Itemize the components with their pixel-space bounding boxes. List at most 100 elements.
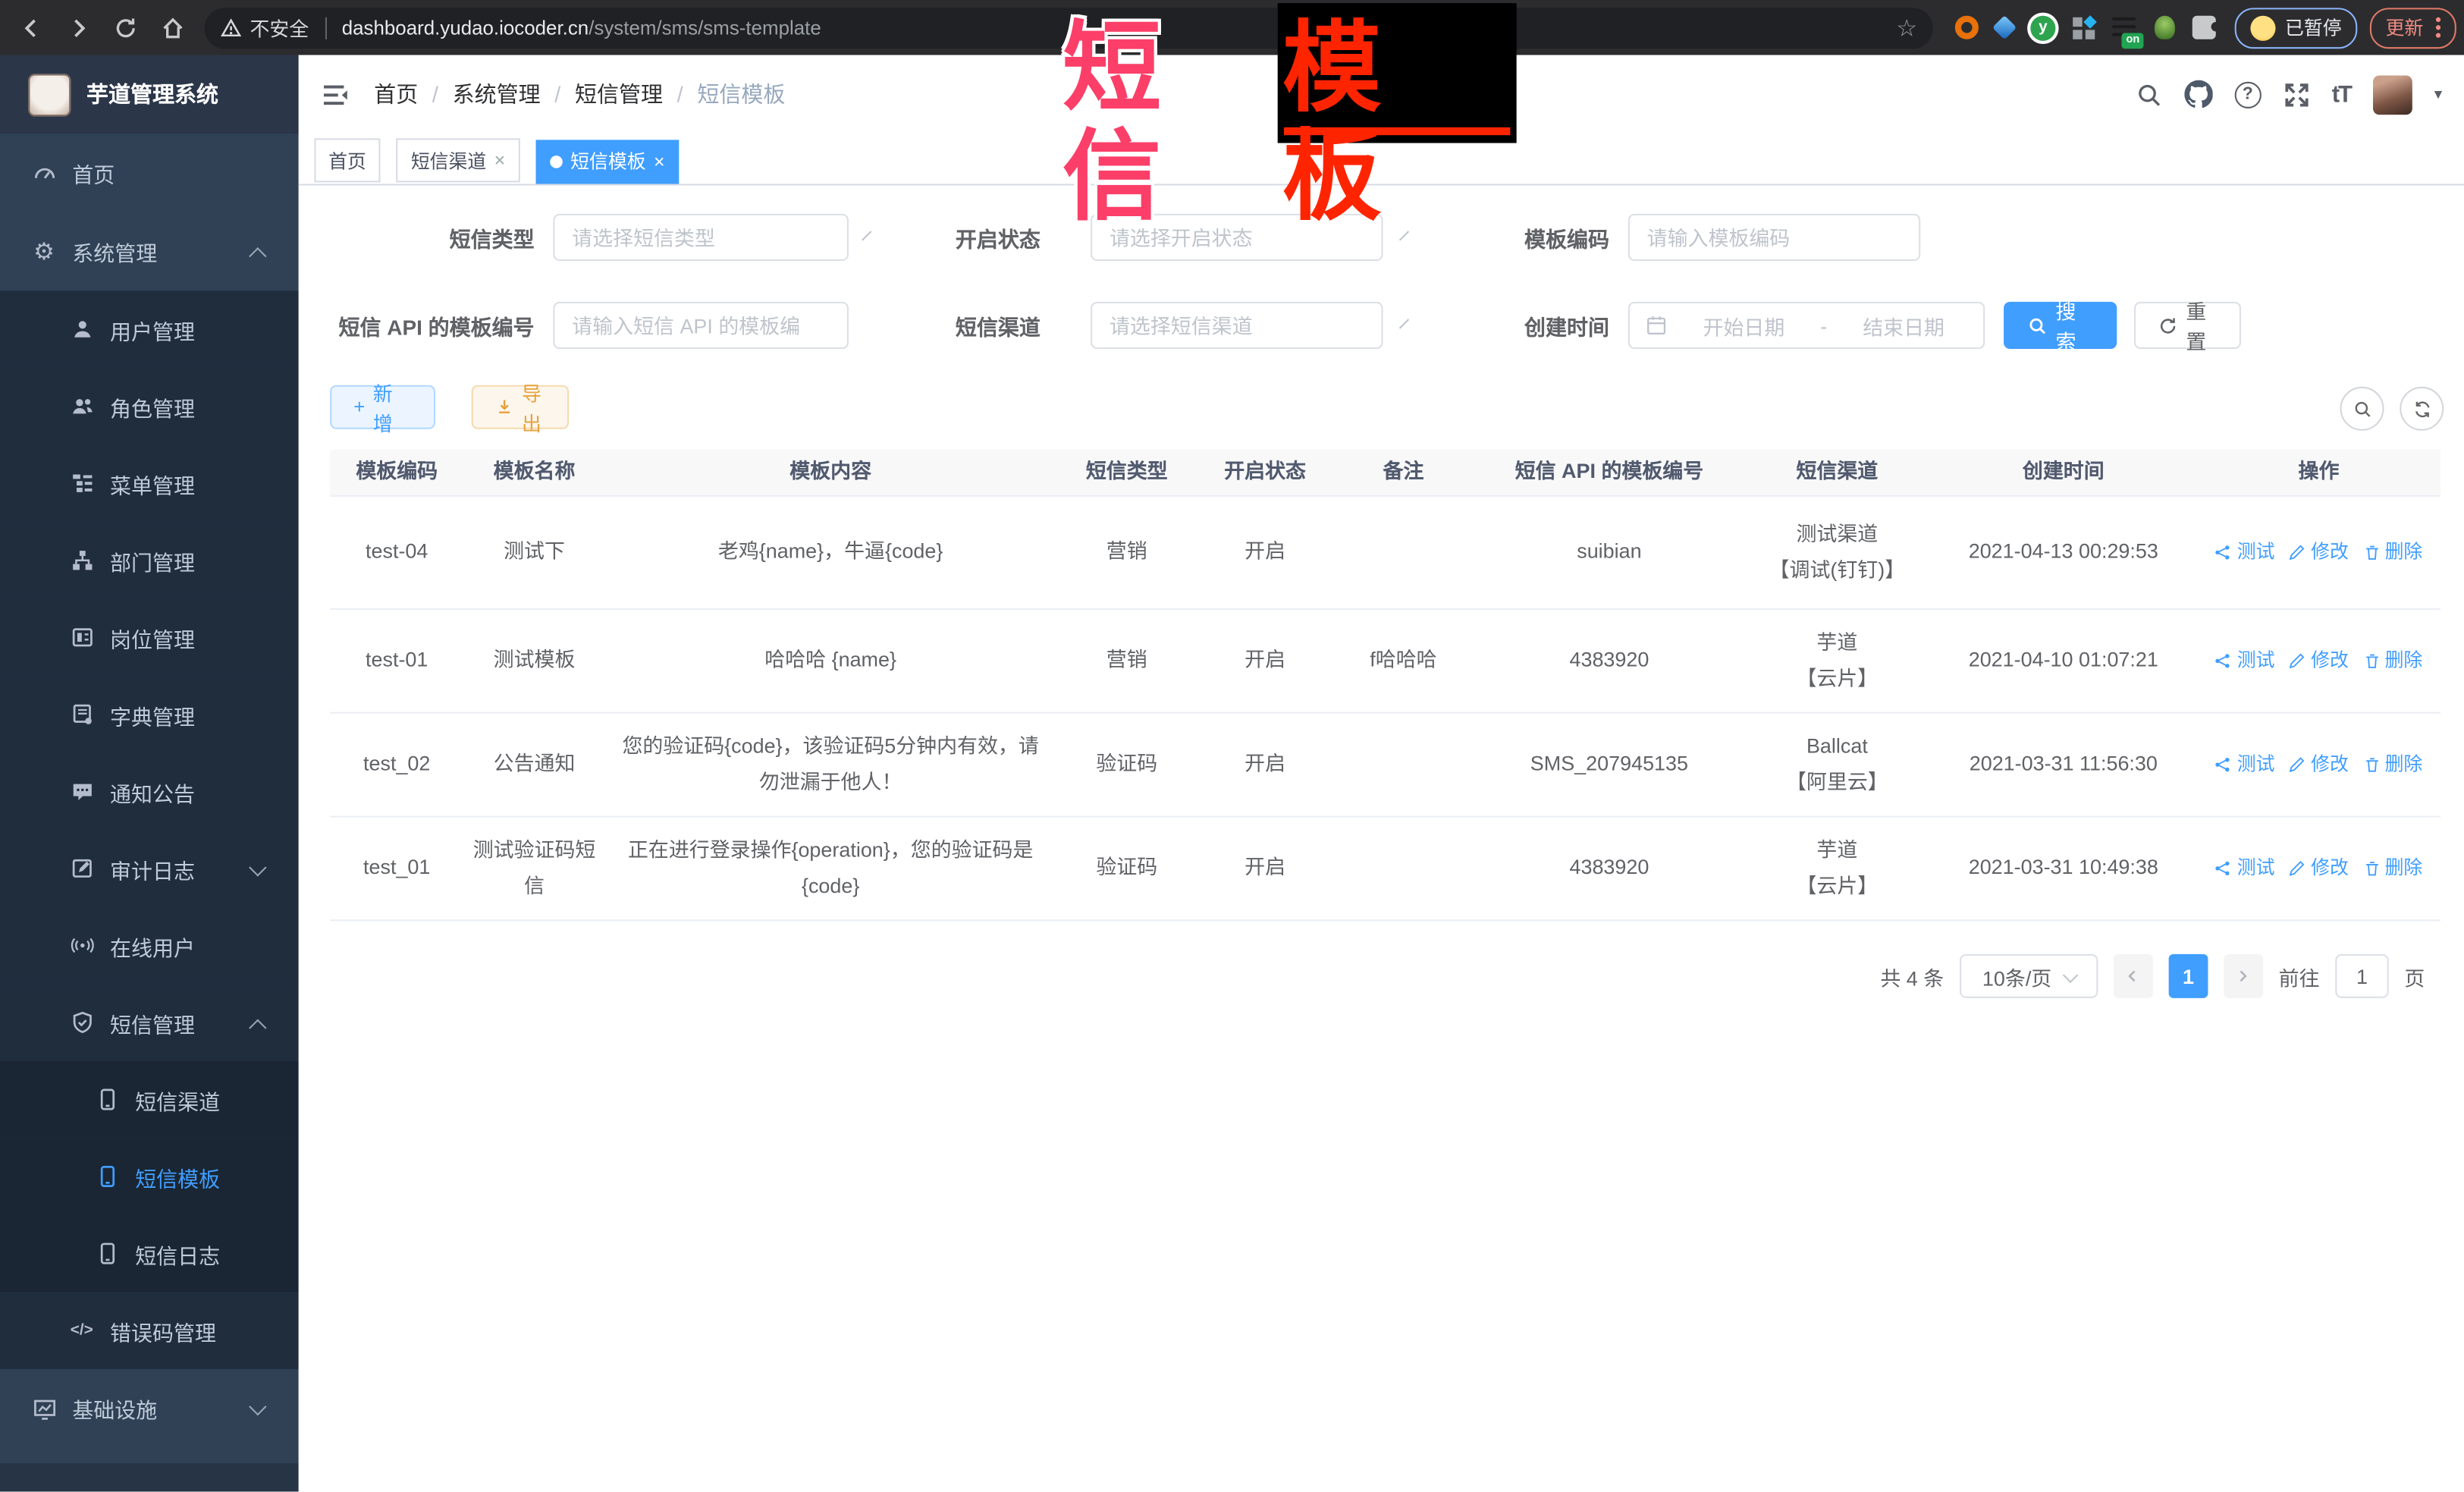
refresh-table-button[interactable] [2400, 387, 2444, 431]
delete-link[interactable]: 删除 [2363, 645, 2423, 677]
sidebar: 芋道管理系统 首页 ⚙ 系统管理 用户管理 角色管理 菜单管理 部门管理 [0, 55, 299, 1492]
extension-donut-icon[interactable] [1955, 16, 1979, 39]
dashboard-icon [31, 161, 56, 184]
tag-sms-template[interactable]: 短信模板× [536, 139, 680, 183]
refresh-icon [2158, 315, 2178, 335]
help-icon[interactable]: ? [2234, 81, 2261, 108]
tag-sms-channel[interactable]: 短信渠道× [397, 138, 519, 182]
close-icon[interactable]: × [654, 150, 665, 172]
code-icon: </> [69, 1322, 94, 1340]
home-icon[interactable] [160, 15, 185, 40]
table-row[interactable]: test-01 测试模板 哈哈哈 {name} 营销 开启 f哈哈哈 43839… [330, 610, 2440, 714]
avatar-caret-icon[interactable]: ▾ [2434, 86, 2442, 103]
sidebar-item-notice[interactable]: 通知公告 [0, 753, 299, 831]
page-number-1[interactable]: 1 [2169, 954, 2208, 998]
extension-list-icon[interactable]: on [2112, 15, 2137, 40]
sidebar-item-infra[interactable]: 基础设施 [0, 1369, 299, 1448]
filter-label-channel: 短信渠道 [956, 309, 1041, 341]
sidebar-item-online[interactable]: 在线用户 [0, 907, 299, 985]
reload-icon[interactable] [113, 15, 138, 40]
sidebar-item-dict[interactable]: 字典管理 [0, 676, 299, 753]
edit-log-icon [69, 856, 94, 880]
fullscreen-icon[interactable] [2283, 81, 2309, 108]
breadcrumb-home[interactable]: 首页 [374, 79, 418, 110]
delete-link[interactable]: 删除 [2363, 536, 2423, 568]
shield-check-icon [69, 1010, 94, 1034]
delete-link[interactable]: 删除 [2363, 749, 2423, 781]
api-template-id-input[interactable] [553, 302, 849, 349]
test-link[interactable]: 测试 [2215, 645, 2275, 677]
tag-home[interactable]: 首页 [314, 138, 380, 182]
users-icon [69, 394, 94, 418]
extension-plant-icon[interactable] [2155, 16, 2175, 39]
sms-template-page: 短信类型 开启状态 模板编码 短信 API 的模板编号 短信渠道 创建时间 开始… [299, 186, 2464, 1492]
reset-button[interactable]: 重置 [2134, 302, 2241, 349]
breadcrumb-sms[interactable]: 短信管理 [575, 79, 663, 110]
extension-grid-icon[interactable] [2073, 17, 2095, 39]
bookmark-star-icon[interactable]: ☆ [1896, 14, 1917, 42]
sms-type-select[interactable] [553, 214, 849, 261]
sidebar-item-audit[interactable]: 审计日志 [0, 830, 299, 907]
export-button[interactable]: 导出 [472, 385, 569, 429]
collapse-sidebar-icon[interactable] [322, 81, 349, 108]
sidebar-item-system[interactable]: ⚙ 系统管理 [0, 212, 299, 291]
date-range-picker[interactable]: 开始日期 - 结束日期 [1628, 302, 1985, 349]
sidebar-item-post[interactable]: 岗位管理 [0, 599, 299, 677]
test-link[interactable]: 测试 [2215, 749, 2275, 781]
date-separator: - [1820, 313, 1827, 337]
pencil-icon [2289, 652, 2306, 670]
sidebar-item-home[interactable]: 首页 [0, 133, 299, 212]
browser-menu-icon[interactable] [2436, 17, 2440, 38]
sidebar-item-sms-channel[interactable]: 短信渠道 [0, 1061, 299, 1139]
edit-link[interactable]: 修改 [2289, 645, 2349, 677]
breadcrumb-system[interactable]: 系统管理 [453, 79, 541, 110]
filter-label-status: 开启状态 [956, 221, 1041, 253]
profile-paused-pill[interactable]: 已暂停 [2235, 7, 2358, 48]
status-select[interactable] [1091, 214, 1383, 261]
extension-y-icon[interactable]: y [2030, 15, 2055, 40]
sidebar-item-menu[interactable]: 菜单管理 [0, 444, 299, 522]
edit-link[interactable]: 修改 [2289, 536, 2349, 568]
sidebar-item-sms[interactable]: 短信管理 [0, 984, 299, 1061]
edit-link[interactable]: 修改 [2289, 749, 2349, 781]
test-link[interactable]: 测试 [2215, 536, 2275, 568]
next-page-button[interactable] [2224, 954, 2263, 998]
sidebar-item-user[interactable]: 用户管理 [0, 291, 299, 368]
extensions-puzzle-icon[interactable] [2192, 16, 2216, 39]
table-row[interactable]: test_01 测试验证码短信 正在进行登录操作{operation}，您的验证… [330, 818, 2440, 922]
sidebar-item-errcode[interactable]: </> 错误码管理 [0, 1292, 299, 1369]
sidebar-item-sms-log[interactable]: 短信日志 [0, 1215, 299, 1293]
table-row[interactable]: test-04 测试下 老鸡{name}，牛逼{code} 营销 开启 suib… [330, 497, 2440, 610]
pencil-icon [2289, 859, 2306, 877]
url-bar[interactable]: 不安全 dashboard.yudao.iocoder.cn/system/sm… [204, 7, 1932, 48]
github-icon[interactable] [2184, 80, 2212, 108]
prev-page-button[interactable] [2114, 954, 2153, 998]
search-button[interactable]: 搜索 [2004, 302, 2117, 349]
calendar-icon [1646, 314, 1668, 336]
extension-gem-icon[interactable] [1992, 15, 2017, 39]
sidebar-item-role[interactable]: 角色管理 [0, 368, 299, 445]
goto-page-input[interactable] [2335, 954, 2388, 998]
channel-select[interactable] [1091, 302, 1383, 349]
sidebar-item-dept[interactable]: 部门管理 [0, 522, 299, 599]
url-domain: dashboard.yudao.iocoder.cn [342, 17, 589, 39]
forward-icon[interactable] [66, 15, 91, 40]
pencil-icon [2289, 756, 2306, 774]
header-search-icon[interactable] [2136, 81, 2162, 108]
close-icon[interactable]: × [494, 149, 506, 171]
add-button[interactable]: +新增 [330, 385, 435, 429]
page-size-select[interactable]: 10条/页 [1960, 954, 2098, 998]
toggle-search-button[interactable] [2340, 387, 2384, 431]
edit-link[interactable]: 修改 [2289, 853, 2349, 884]
back-icon[interactable] [19, 15, 44, 40]
delete-link[interactable]: 删除 [2363, 853, 2423, 884]
test-link[interactable]: 测试 [2215, 853, 2275, 884]
user-avatar[interactable] [2373, 74, 2412, 114]
plus-icon: + [353, 396, 365, 418]
template-code-input[interactable] [1628, 214, 1920, 261]
table-row[interactable]: test_02 公告通知 您的验证码{code}，该验证码5分钟内有效，请勿泄漏… [330, 714, 2440, 818]
chrome-update-button[interactable]: 更新 [2370, 7, 2456, 48]
search-icon [2027, 315, 2048, 335]
font-size-icon[interactable]: tT [2332, 81, 2351, 108]
sidebar-item-sms-template[interactable]: 短信模板 [0, 1138, 299, 1215]
